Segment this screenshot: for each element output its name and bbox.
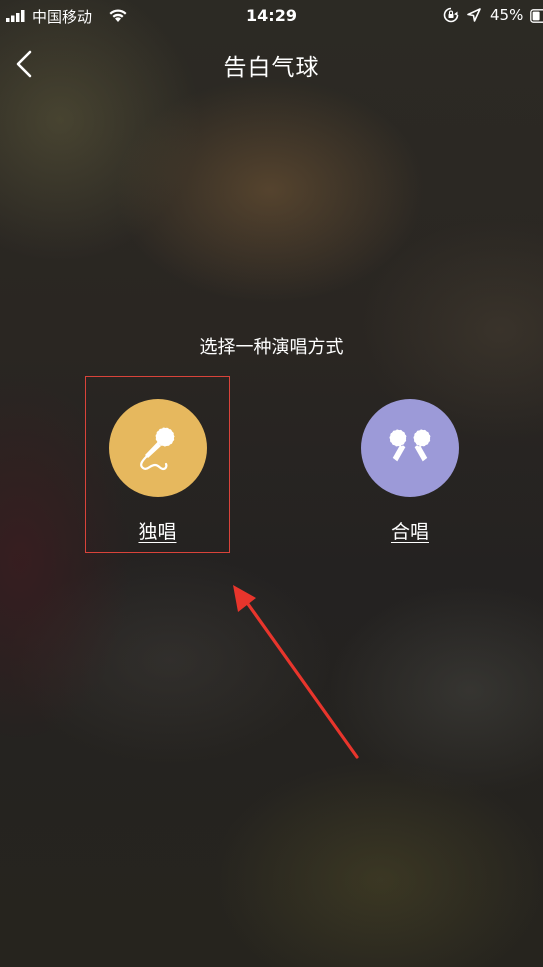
- location-arrow-icon: [467, 8, 481, 22]
- two-microphones-icon: [389, 429, 431, 462]
- duet-icon-circle[interactable]: [361, 399, 459, 497]
- battery-percent: 45%: [490, 6, 524, 24]
- singing-mode-prompt: 选择一种演唱方式: [199, 337, 344, 358]
- duet-label[interactable]: 合唱: [361, 517, 459, 544]
- battery-icon: [530, 9, 543, 23]
- highlight-box: [85, 376, 230, 553]
- status-bar: 中国移动 14:29 45%: [0, 0, 543, 32]
- page-title: 告白气球: [223, 55, 320, 81]
- clock: 14:29: [246, 6, 297, 25]
- pointer-arrow: [233, 585, 359, 759]
- rotation-lock-icon: [443, 7, 459, 23]
- screen: 中国移动 14:29 45% 告白气球 选择一种演唱方式 独唱 合唱: [0, 0, 543, 967]
